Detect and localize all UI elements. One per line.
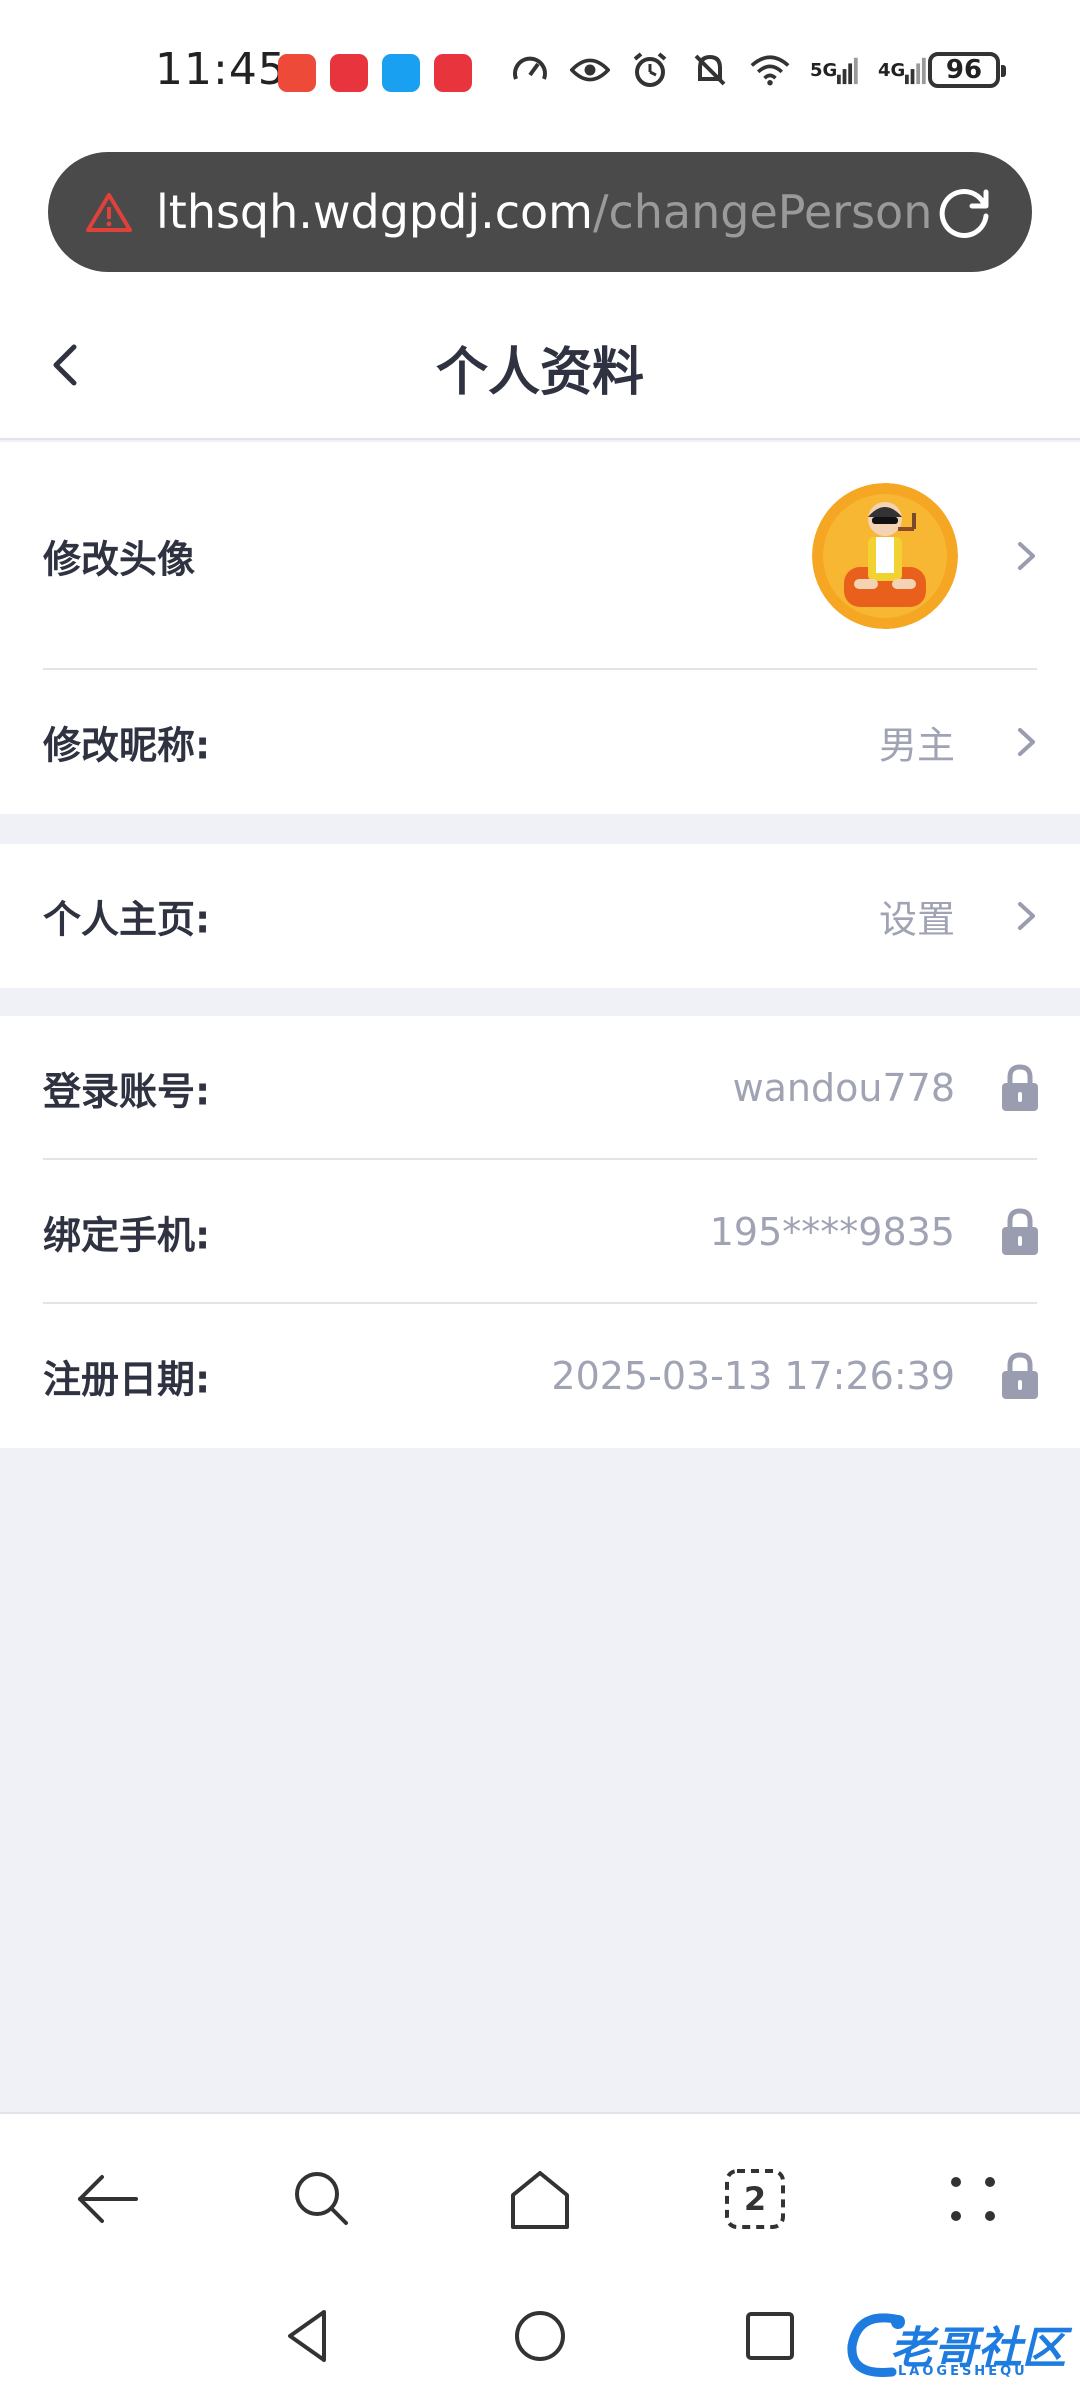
message-app-icon xyxy=(382,54,420,92)
system-status-icons: 5G 4G xyxy=(510,50,926,90)
watermark-logo: 老哥社区 LAOGESHEQU xyxy=(838,2306,1068,2386)
url-host: lthsqh.wdgpdj.com xyxy=(156,185,593,239)
phone-row: 绑定手机: 195****9835 xyxy=(0,1160,1080,1304)
avatar[interactable] xyxy=(812,483,958,629)
nav-home-icon[interactable] xyxy=(508,2304,572,2368)
phone-value: 195****9835 xyxy=(709,1210,955,1254)
nav-recents-icon[interactable] xyxy=(738,2304,802,2368)
homepage-row[interactable]: 个人主页: 设置 xyxy=(0,844,1080,988)
browser-search-button[interactable] xyxy=(287,2164,357,2234)
account-row: 登录账号: wandou778 xyxy=(0,1016,1080,1160)
homepage-value: 设置 xyxy=(878,897,955,942)
alarm-icon xyxy=(630,50,670,90)
tabs-icon xyxy=(725,2169,785,2229)
notification-icons xyxy=(278,54,472,92)
chevron-right-icon xyxy=(1018,728,1035,756)
reload-icon[interactable] xyxy=(936,182,996,242)
page-header: 个人资料 xyxy=(0,290,1080,440)
account-label: 登录账号: xyxy=(43,1069,211,1114)
profile-group-account: 登录账号: wandou778 绑定手机: 195****9835 注册日期: … xyxy=(0,1016,1080,1448)
menu-dots-icon xyxy=(951,2177,995,2221)
nickname-label: 修改昵称: xyxy=(43,723,211,768)
browser-tabs-button[interactable]: 2 xyxy=(720,2164,790,2234)
nickname-row[interactable]: 修改昵称: 男主 xyxy=(0,670,1080,814)
avatar-label: 修改头像 xyxy=(43,537,196,582)
url-path: /changePerson xyxy=(592,185,933,239)
system-navigation: 老哥社区 LAOGESHEQU xyxy=(0,2276,1080,2400)
address-bar[interactable]: lthsqh.wdgpdj.com/changePerson xyxy=(48,152,1032,272)
lock-icon xyxy=(1002,1064,1038,1111)
signal-4g-icon: 4G xyxy=(878,50,926,90)
chevron-right-icon xyxy=(1018,902,1035,930)
signal-5g-icon: 5G xyxy=(810,50,858,90)
browser-toolbar: 2 xyxy=(0,2112,1080,2276)
page-title: 个人资料 xyxy=(435,343,644,403)
arrow-left-icon xyxy=(78,2175,138,2223)
huawei-store-icon xyxy=(330,54,368,92)
huawei-store-icon xyxy=(434,54,472,92)
browser-menu-button[interactable] xyxy=(938,2164,1008,2234)
bell-muted-icon xyxy=(690,50,730,90)
phone-app-icon xyxy=(278,54,316,92)
chevron-right-icon xyxy=(1018,542,1035,570)
warning-icon[interactable] xyxy=(86,192,132,232)
profile-group-homepage: 个人主页: 设置 xyxy=(0,844,1080,988)
watermark-subtext: LAOGESHEQU xyxy=(898,2364,1028,2379)
nickname-value: 男主 xyxy=(878,723,955,768)
lock-icon xyxy=(1002,1208,1038,1255)
nav-back-icon[interactable] xyxy=(276,2304,340,2368)
status-time: 11:45 xyxy=(155,44,287,95)
speedometer-icon xyxy=(510,50,550,90)
account-value: wandou778 xyxy=(732,1066,955,1110)
battery-icon: 96 xyxy=(928,52,1006,88)
eye-icon xyxy=(570,50,610,90)
homepage-label: 个人主页: xyxy=(43,897,211,942)
register-date-row: 注册日期: 2025-03-13 17:26:39 xyxy=(0,1304,1080,1448)
status-bar: 11:45 5G 4G 96 xyxy=(0,0,1080,140)
browser-home-button[interactable] xyxy=(505,2164,575,2234)
register-date-label: 注册日期: xyxy=(43,1357,211,1402)
avatar-row[interactable]: 修改头像 xyxy=(0,442,1080,670)
search-icon xyxy=(295,2172,348,2225)
lock-icon xyxy=(1002,1352,1038,1399)
profile-group-basic: 修改头像 修改昵称: 男主 xyxy=(0,442,1080,814)
phone-label: 绑定手机: xyxy=(43,1213,211,1258)
browser-address-area: lthsqh.wdgpdj.com/changePerson xyxy=(0,140,1080,290)
url-text[interactable]: lthsqh.wdgpdj.com/changePerson xyxy=(156,180,936,244)
wifi-icon xyxy=(750,50,790,90)
home-icon xyxy=(511,2171,569,2229)
browser-back-button[interactable] xyxy=(72,2164,142,2234)
register-date-value: 2025-03-13 17:26:39 xyxy=(551,1354,955,1398)
